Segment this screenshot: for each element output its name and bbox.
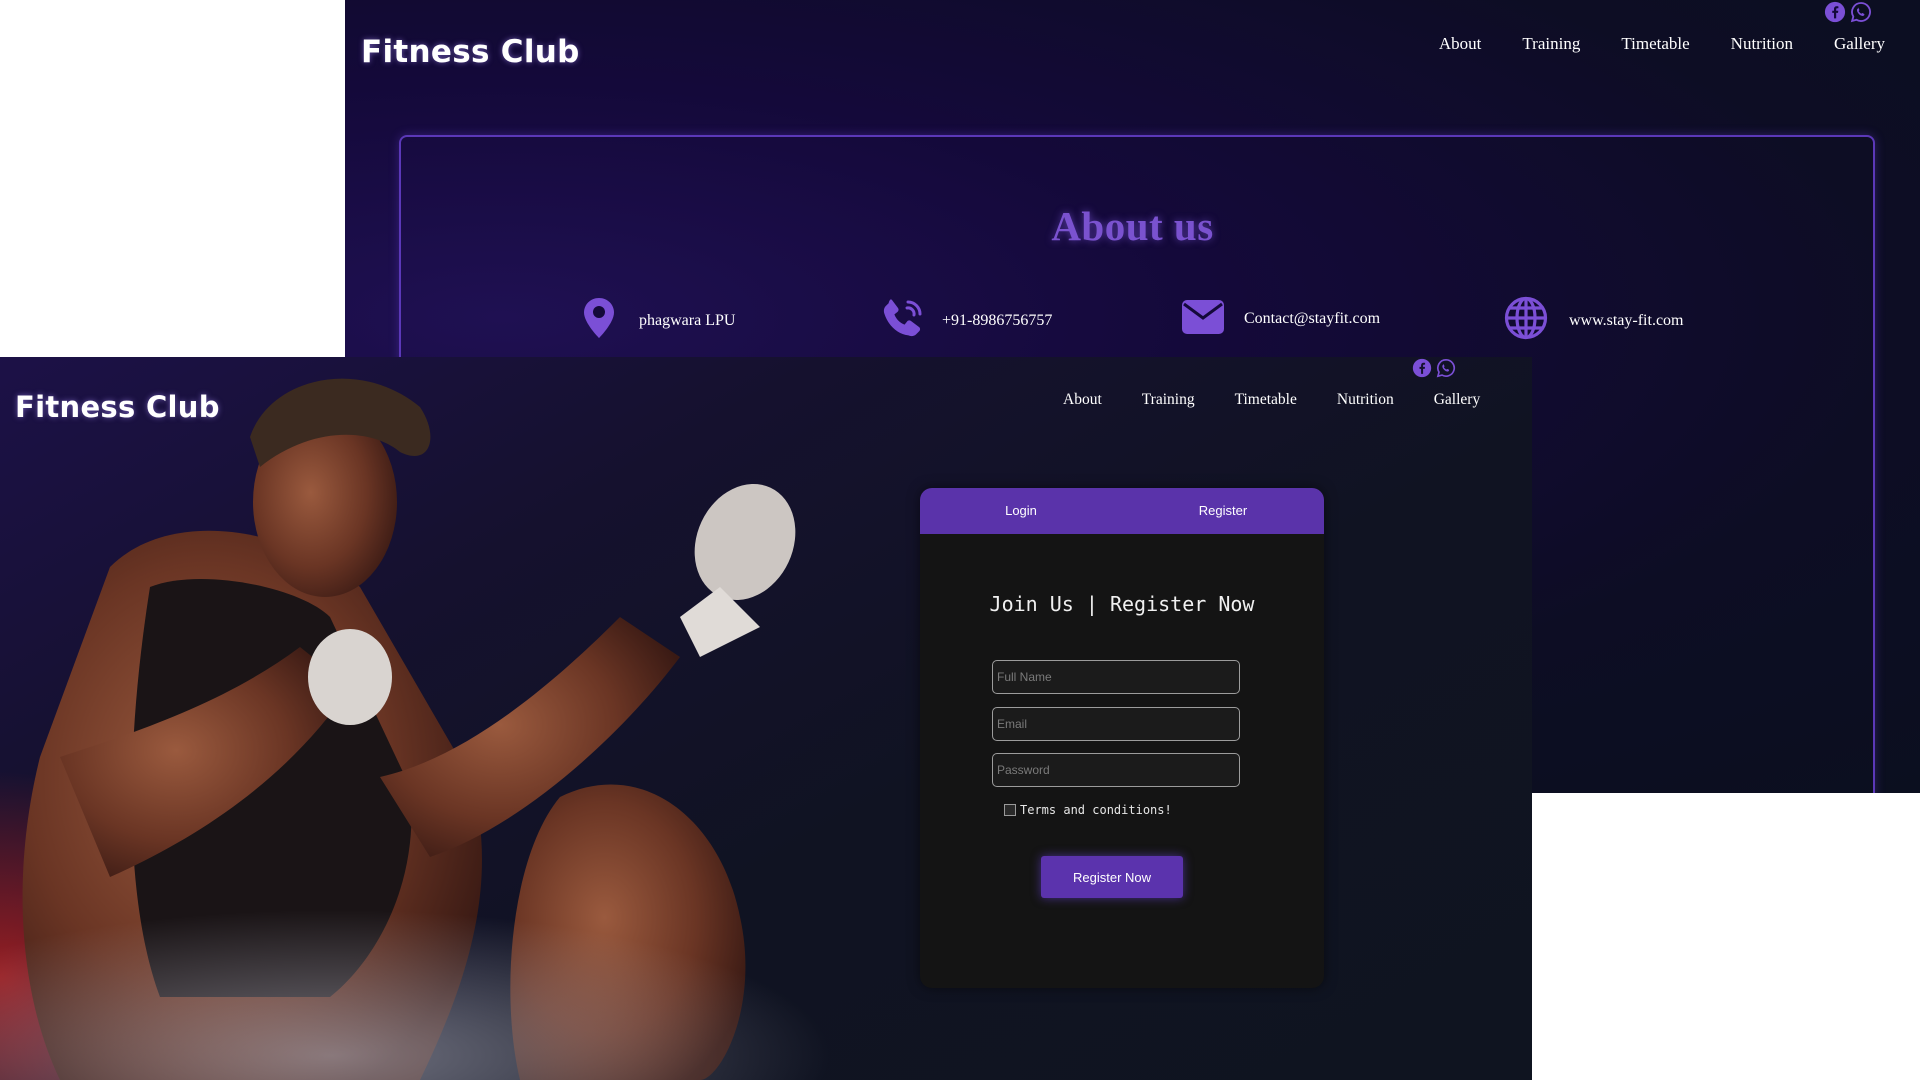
facebook-icon[interactable] [1824, 1, 1846, 28]
fighter-hero-image [0, 378, 830, 1080]
nav-gallery[interactable]: Gallery [1434, 391, 1480, 409]
contact-phone: +91-8986756757 [882, 296, 1052, 345]
social-links [1412, 358, 1456, 383]
nav-gallery[interactable]: Gallery [1834, 34, 1885, 54]
main-nav: About Training Timetable Nutrition Galle… [1398, 34, 1885, 54]
register-now-button[interactable]: Register Now [1041, 856, 1183, 898]
nav-about[interactable]: About [1439, 34, 1482, 54]
brand-logo[interactable]: Fitness Club [361, 34, 580, 70]
nav-nutrition[interactable]: Nutrition [1731, 34, 1793, 54]
about-title: About us [1051, 203, 1214, 249]
tab-login[interactable]: Login [920, 488, 1122, 534]
nav-timetable[interactable]: Timetable [1621, 34, 1689, 54]
register-form-card: Login Register Join Us | Register Now Te… [920, 488, 1324, 988]
form-title: Join Us | Register Now [989, 592, 1255, 616]
nav-about[interactable]: About [1063, 391, 1102, 409]
auth-tabs: Login Register [920, 488, 1324, 534]
password-input[interactable] [992, 753, 1240, 787]
terms-row: Terms and conditions! [1004, 803, 1172, 817]
main-nav: About Training Timetable Nutrition Galle… [1063, 391, 1520, 409]
register-window: Fitness Club About Training Timetable Nu… [0, 357, 1532, 1080]
social-links [1824, 1, 1872, 28]
nav-training[interactable]: Training [1522, 34, 1580, 54]
contact-location-text: phagwara LPU [639, 311, 736, 329]
phone-icon [882, 296, 926, 345]
contact-phone-text: +91-8986756757 [942, 311, 1053, 329]
whatsapp-icon[interactable] [1850, 1, 1872, 28]
contact-location: phagwara LPU [581, 296, 735, 345]
nav-timetable[interactable]: Timetable [1235, 391, 1297, 409]
full-name-input[interactable] [992, 660, 1240, 694]
globe-icon [1504, 296, 1548, 345]
tab-register[interactable]: Register [1122, 488, 1324, 534]
contact-website-text: www.stay-fit.com [1569, 311, 1684, 329]
brand-logo[interactable]: Fitness Club [15, 390, 220, 424]
whatsapp-icon[interactable] [1436, 358, 1456, 383]
terms-label[interactable]: Terms and conditions! [1020, 803, 1172, 817]
email-input[interactable] [992, 707, 1240, 741]
mail-icon [1181, 296, 1225, 341]
facebook-icon[interactable] [1412, 358, 1432, 383]
location-pin-icon [581, 296, 617, 345]
contact-email: Contact@stayfit.com [1181, 296, 1380, 341]
nav-training[interactable]: Training [1142, 391, 1195, 409]
nav-nutrition[interactable]: Nutrition [1337, 391, 1394, 409]
contact-website: www.stay-fit.com [1504, 296, 1684, 345]
contact-email-text: Contact@stayfit.com [1244, 309, 1381, 327]
terms-checkbox[interactable] [1004, 804, 1016, 816]
